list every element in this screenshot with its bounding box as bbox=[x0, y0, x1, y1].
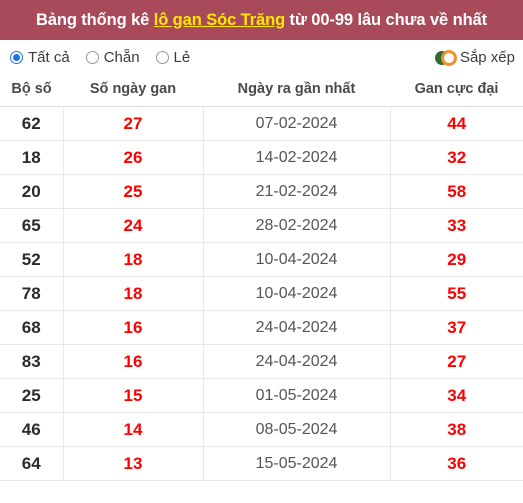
filter-option-label-tat-ca: Tất cả bbox=[28, 49, 70, 66]
cell-ngay-ra-gan-nhat: 10-04-2024 bbox=[203, 276, 391, 311]
table-row[interactable]: 64 13 15-05-2024 36 bbox=[0, 446, 523, 481]
filter-option-tat-ca[interactable]: Tất cả bbox=[10, 50, 70, 65]
cell-gan-cuc-dai: 38 bbox=[390, 412, 523, 447]
filter-option-label-le: Lẻ bbox=[173, 49, 191, 66]
cell-so-ngay-gan: 27 bbox=[63, 106, 204, 141]
table-row[interactable]: 78 18 10-04-2024 55 bbox=[0, 276, 523, 311]
column-header-gan-cuc-dai[interactable]: Gan cực đại bbox=[390, 75, 523, 107]
cell-ngay-ra-gan-nhat: 15-05-2024 bbox=[203, 446, 391, 481]
cell-gan-cuc-dai: 58 bbox=[390, 174, 523, 209]
table-row[interactable]: 25 15 01-05-2024 34 bbox=[0, 378, 523, 413]
cell-ngay-ra-gan-nhat: 24-04-2024 bbox=[203, 310, 391, 345]
table-row[interactable]: 62 27 07-02-2024 44 bbox=[0, 106, 523, 141]
column-header-so-ngay-gan[interactable]: Số ngày gan bbox=[63, 75, 203, 107]
stats-table-body: 62 27 07-02-2024 44 18 26 14-02-2024 32 20 25 21-0… bbox=[0, 106, 523, 481]
table-row[interactable]: 68 16 24-04-2024 37 bbox=[0, 310, 523, 345]
cell-bo-so: 62 bbox=[0, 106, 64, 141]
cell-so-ngay-gan: 13 bbox=[63, 446, 204, 481]
cell-ngay-ra-gan-nhat: 24-04-2024 bbox=[203, 344, 391, 379]
filter-option-label-chan: Chẵn bbox=[103, 49, 140, 66]
page-title-prefix: Bảng thống kê bbox=[35, 10, 154, 29]
cell-bo-so: 68 bbox=[0, 310, 64, 345]
page-title-link[interactable]: lô gan Sóc Trăng bbox=[154, 11, 285, 29]
radio-icon-chan[interactable] bbox=[85, 51, 99, 64]
radio-icon-le[interactable] bbox=[155, 51, 169, 64]
cell-bo-so: 25 bbox=[0, 378, 64, 413]
cell-so-ngay-gan: 16 bbox=[63, 344, 204, 379]
cell-bo-so: 64 bbox=[0, 446, 64, 481]
cell-bo-so: 83 bbox=[0, 344, 64, 379]
cell-gan-cuc-dai: 33 bbox=[390, 208, 523, 243]
cell-so-ngay-gan: 18 bbox=[63, 276, 204, 311]
stats-page: Bảng thống kê lô gan Sóc Trăng từ 00-99 … bbox=[0, 0, 523, 503]
column-header-ngay-ra-gan-nhat[interactable]: Ngày ra gần nhất bbox=[203, 75, 390, 107]
cell-so-ngay-gan: 26 bbox=[63, 140, 204, 175]
cell-bo-so: 78 bbox=[0, 276, 64, 311]
cell-so-ngay-gan: 16 bbox=[63, 310, 204, 345]
cell-gan-cuc-dai: 32 bbox=[390, 140, 523, 175]
cell-bo-so: 65 bbox=[0, 208, 64, 243]
toggle-sort-icon[interactable] bbox=[434, 49, 457, 66]
cell-gan-cuc-dai: 29 bbox=[390, 242, 523, 277]
filter-radio-group: Tất cả Chẵn Lẻ bbox=[10, 50, 435, 65]
cell-ngay-ra-gan-nhat: 07-02-2024 bbox=[203, 106, 391, 141]
cell-ngay-ra-gan-nhat: 28-02-2024 bbox=[203, 208, 391, 243]
page-title-bar: Bảng thống kê lô gan Sóc Trăng từ 00-99 … bbox=[0, 0, 523, 40]
cell-bo-so: 52 bbox=[0, 242, 64, 277]
sort-toggle-label: Sắp xếp bbox=[459, 49, 515, 66]
cell-bo-so: 46 bbox=[0, 412, 64, 447]
cell-gan-cuc-dai: 34 bbox=[390, 378, 523, 413]
cell-so-ngay-gan: 14 bbox=[63, 412, 204, 447]
cell-ngay-ra-gan-nhat: 08-05-2024 bbox=[203, 412, 391, 447]
table-row[interactable]: 46 14 08-05-2024 38 bbox=[0, 412, 523, 447]
cell-bo-so: 18 bbox=[0, 140, 64, 175]
cell-gan-cuc-dai: 27 bbox=[390, 344, 523, 379]
table-row[interactable]: 65 24 28-02-2024 33 bbox=[0, 208, 523, 243]
table-row[interactable]: 52 18 10-04-2024 29 bbox=[0, 242, 523, 277]
stats-table: Bộ số Số ngày gan Ngày ra gần nhất Gan c… bbox=[0, 75, 523, 481]
filter-option-le[interactable]: Lẻ bbox=[155, 49, 191, 66]
cell-so-ngay-gan: 24 bbox=[63, 208, 204, 243]
cell-ngay-ra-gan-nhat: 21-02-2024 bbox=[203, 174, 391, 209]
table-header-row: Bộ số Số ngày gan Ngày ra gần nhất Gan c… bbox=[0, 75, 523, 107]
cell-gan-cuc-dai: 55 bbox=[390, 276, 523, 311]
table-row[interactable]: 20 25 21-02-2024 58 bbox=[0, 174, 523, 209]
cell-gan-cuc-dai: 37 bbox=[390, 310, 523, 345]
cell-so-ngay-gan: 25 bbox=[63, 174, 204, 209]
filter-option-chan[interactable]: Chẵn bbox=[85, 49, 140, 66]
cell-ngay-ra-gan-nhat: 14-02-2024 bbox=[203, 140, 391, 175]
cell-gan-cuc-dai: 44 bbox=[390, 106, 523, 141]
column-header-bo-so[interactable]: Bộ số bbox=[0, 75, 63, 107]
stats-table-wrap: Bộ số Số ngày gan Ngày ra gần nhất Gan c… bbox=[0, 75, 523, 503]
stats-table-head: Bộ số Số ngày gan Ngày ra gần nhất Gan c… bbox=[0, 75, 523, 107]
table-row[interactable]: 18 26 14-02-2024 32 bbox=[0, 140, 523, 175]
page-title-suffix: từ 00-99 lâu chưa về nhất bbox=[285, 10, 488, 29]
table-row[interactable]: 83 16 24-04-2024 27 bbox=[0, 344, 523, 379]
cell-so-ngay-gan: 15 bbox=[63, 378, 204, 413]
cell-ngay-ra-gan-nhat: 01-05-2024 bbox=[203, 378, 391, 413]
cell-bo-so: 20 bbox=[0, 174, 64, 209]
sort-toggle[interactable]: Sắp xếp bbox=[434, 49, 515, 66]
cell-so-ngay-gan: 18 bbox=[63, 242, 204, 277]
radio-icon-tat-ca[interactable] bbox=[10, 51, 23, 64]
page-title: Bảng thống kê lô gan Sóc Trăng từ 00-99 … bbox=[36, 12, 487, 29]
filter-bar: Tất cả Chẵn Lẻ Sắp xếp bbox=[0, 40, 523, 75]
cell-gan-cuc-dai: 36 bbox=[390, 446, 523, 481]
cell-ngay-ra-gan-nhat: 10-04-2024 bbox=[203, 242, 391, 277]
